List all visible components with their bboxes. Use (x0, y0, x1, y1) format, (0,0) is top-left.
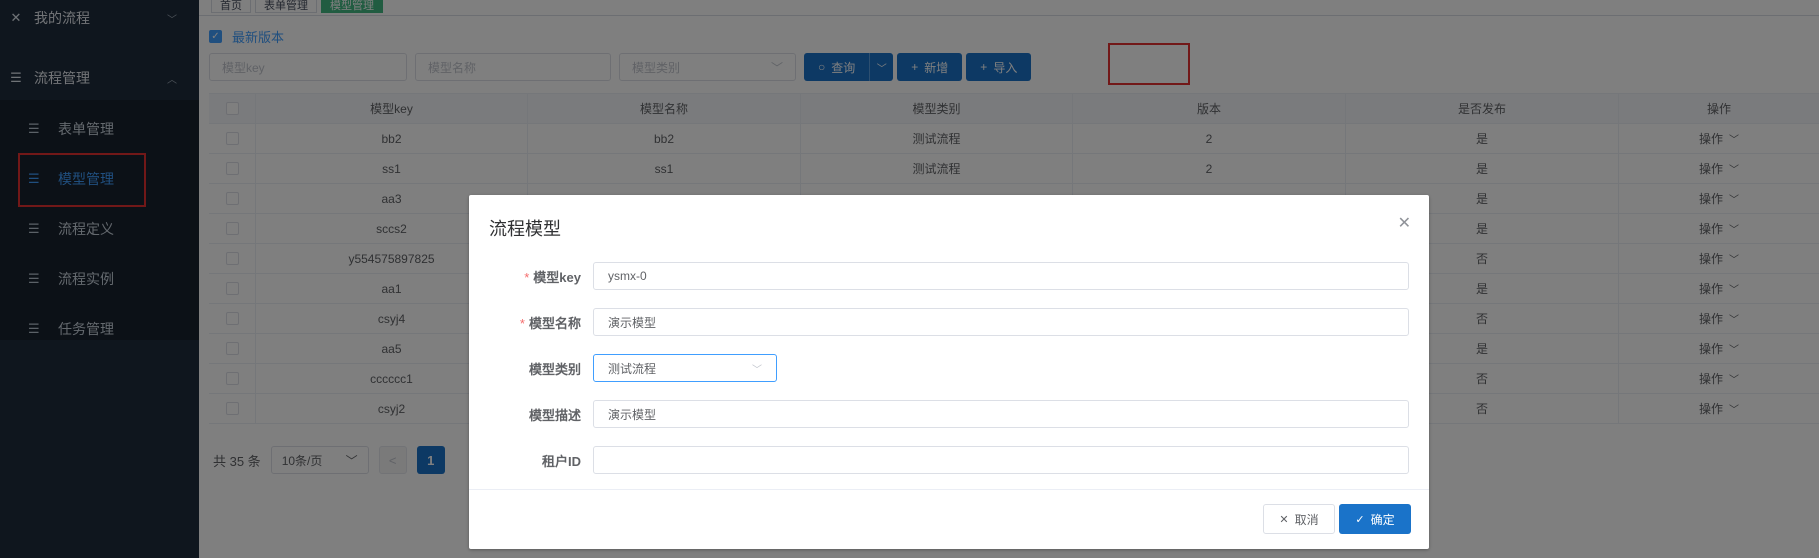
required-asterisk: * (519, 315, 525, 331)
close-icon[interactable]: ✕ (1398, 213, 1411, 233)
tenant-id-field[interactable] (593, 446, 1409, 474)
cancel-button-label: 取消 (1294, 512, 1319, 527)
model-name-label-text: 模型名称 (528, 315, 581, 331)
model-key-label: * 模型key (489, 267, 593, 286)
model-key-label-text: 模型key (533, 269, 581, 285)
check-icon: ✓ (1355, 513, 1365, 526)
model-name-label: * 模型名称 (489, 313, 593, 332)
confirm-button[interactable]: ✓ 确定 (1339, 504, 1411, 534)
chevron-down-icon: ﹀ (752, 364, 762, 376)
dialog-footer: ✕ 取消 ✓ 确定 (469, 489, 1429, 549)
process-model-dialog: 流程模型 ✕ * 模型key ysmx-0 * 模型名称 演示模型 模型类别 测试流… (469, 195, 1429, 549)
form-row-model-description: 模型描述 演示模型 (489, 391, 1409, 437)
tenant-id-label: 租户ID (541, 453, 581, 469)
model-category-label: 模型类别 (528, 361, 581, 377)
model-key-field[interactable]: ysmx-0 (593, 262, 1409, 290)
required-asterisk: * (524, 269, 530, 285)
confirm-button-label: 确定 (1370, 512, 1395, 527)
dialog-title: 流程模型 (489, 219, 561, 239)
model-description-field[interactable]: 演示模型 (593, 400, 1409, 428)
model-description-label: 模型描述 (528, 407, 581, 423)
model-category-select-field[interactable]: 测试流程 ﹀ (593, 354, 777, 382)
form-row-model-name: * 模型名称 演示模型 (489, 299, 1409, 345)
model-category-value: 测试流程 (608, 361, 657, 376)
model-name-field[interactable]: 演示模型 (593, 308, 1409, 336)
form-row-model-key: * 模型key ysmx-0 (489, 253, 1409, 299)
form-row-tenant-id: 租户ID (489, 437, 1409, 483)
close-icon: ✕ (1279, 513, 1289, 526)
cancel-button[interactable]: ✕ 取消 (1263, 504, 1335, 534)
model-form: * 模型key ysmx-0 * 模型名称 演示模型 模型类别 测试流程 ﹀ 模型描… (489, 253, 1409, 483)
form-row-model-category: 模型类别 测试流程 ﹀ (489, 345, 1409, 391)
